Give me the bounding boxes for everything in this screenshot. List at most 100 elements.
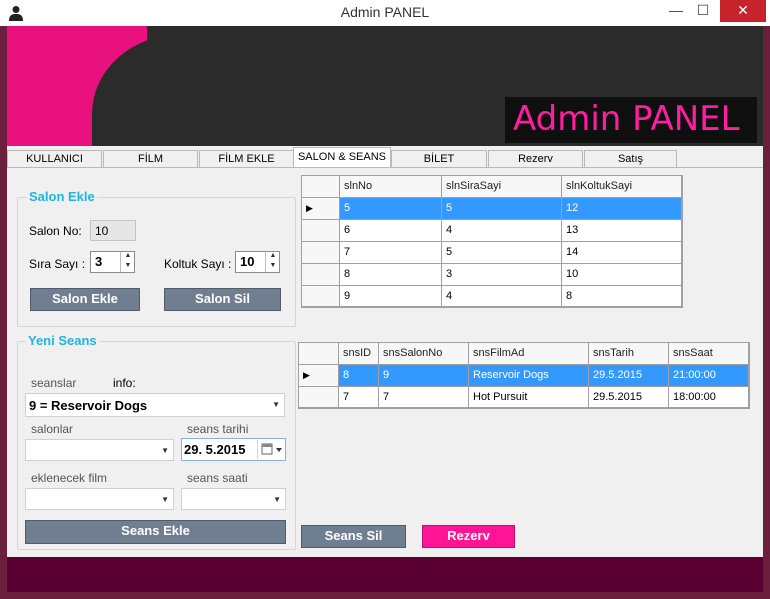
tab-rezerv[interactable]: Rezerv <box>488 150 583 168</box>
info-label: info: <box>113 376 136 390</box>
table-cell[interactable]: 29.5.2015 <box>589 387 669 408</box>
salonlar-label: salonlar <box>31 422 74 436</box>
table-cell[interactable]: 13 <box>562 220 682 242</box>
koltuk-sayi-arrows: ▲ ▼ <box>265 252 279 272</box>
table-cell[interactable]: 4 <box>442 220 562 242</box>
salon-col-header[interactable]: slnSiraSayi <box>442 176 562 198</box>
seans-tarihi-label: seans tarihi <box>187 422 249 436</box>
table-cell[interactable]: 3 <box>442 264 562 286</box>
salon-ekle-button[interactable]: Salon Ekle <box>30 288 140 311</box>
seans-col-header[interactable]: snsTarih <box>589 343 669 365</box>
chevron-down-icon: ▼ <box>272 400 280 409</box>
seans-saati-label: seans saati <box>187 471 248 485</box>
seans-sil-button[interactable]: Seans Sil <box>301 525 406 548</box>
table-cell[interactable]: 14 <box>562 242 682 264</box>
seans-col-header[interactable]: snsFilmAd <box>469 343 589 365</box>
maximize-button[interactable]: ☐ <box>689 0 717 22</box>
seans-col-header[interactable]: snsID <box>339 343 379 365</box>
row-header[interactable]: ▶ <box>302 198 340 220</box>
seans-ekle-button[interactable]: Seans Ekle <box>25 520 286 544</box>
chevron-down-icon: ▼ <box>161 446 169 455</box>
row-header[interactable] <box>302 242 340 264</box>
tab-bilet[interactable]: BİLET <box>391 150 487 168</box>
row-header[interactable]: ▶ <box>299 365 339 387</box>
salon-grid[interactable]: slnNo slnSiraSayi slnKoltukSayi ▶ 5 5 12… <box>301 175 683 308</box>
seans-combo-value: 9 = Reservoir Dogs <box>29 398 148 413</box>
seans-combo[interactable]: 9 = Reservoir Dogs ▼ <box>25 393 285 417</box>
banner-title: Admin PANEL <box>513 99 740 139</box>
table-cell[interactable]: 9 <box>379 365 469 387</box>
salon-no-label: Salon No: <box>29 224 82 238</box>
salonlar-combo[interactable]: ▼ <box>25 439 174 461</box>
row-header[interactable] <box>302 286 340 307</box>
koltuk-sayi-stepper[interactable]: 10 ▲ ▼ <box>235 251 280 273</box>
grid-corner <box>299 343 339 365</box>
table-cell[interactable]: 5 <box>442 198 562 220</box>
koltuk-sayi-label: Koltuk Sayı : <box>164 257 232 271</box>
tab-page-salon-seans: Salon Ekle Salon No: 10 Sıra Sayı : 3 ▲ … <box>7 167 763 557</box>
tab-film[interactable]: FİLM <box>103 150 198 168</box>
table-cell[interactable]: 8 <box>562 286 682 307</box>
row-header[interactable] <box>302 220 340 242</box>
table-cell[interactable]: 10 <box>562 264 682 286</box>
current-row-icon: ▶ <box>306 203 313 213</box>
sira-sayi-arrows: ▲ ▼ <box>120 252 134 272</box>
table-cell[interactable]: 8 <box>339 365 379 387</box>
current-row-icon: ▶ <box>303 370 310 380</box>
yeni-seans-legend: Yeni Seans <box>26 333 99 348</box>
spin-up-icon[interactable]: ▲ <box>266 252 280 262</box>
salon-col-header[interactable]: slnNo <box>340 176 442 198</box>
table-cell[interactable]: Reservoir Dogs <box>469 365 589 387</box>
tab-satis[interactable]: Satış <box>584 150 677 168</box>
salon-sil-button[interactable]: Salon Sil <box>164 288 281 311</box>
table-cell[interactable]: 7 <box>340 242 442 264</box>
table-cell[interactable]: Hot Pursuit <box>469 387 589 408</box>
seans-col-header[interactable]: snsSaat <box>669 343 749 365</box>
chevron-down-icon: ▼ <box>273 495 281 504</box>
table-cell[interactable]: 6 <box>340 220 442 242</box>
sira-sayi-label: Sıra Sayı : <box>29 257 86 271</box>
sira-sayi-stepper[interactable]: 3 ▲ ▼ <box>90 251 135 273</box>
seanslar-label: seanslar <box>31 376 77 390</box>
title-bar: Admin PANEL — ☐ ✕ <box>0 0 770 26</box>
seans-grid[interactable]: snsID snsSalonNo snsFilmAd snsTarih snsS… <box>298 342 750 409</box>
minimize-button[interactable]: — <box>663 0 689 22</box>
calendar-icon[interactable] <box>257 440 285 459</box>
seans-tarihi-value: 29. 5.2015 <box>184 442 246 457</box>
eklenecek-film-combo[interactable]: ▼ <box>25 488 174 510</box>
chevron-down-icon: ▼ <box>161 495 169 504</box>
tab-kullanici[interactable]: KULLANICI <box>7 150 102 168</box>
spin-up-icon[interactable]: ▲ <box>121 252 135 262</box>
salon-col-header[interactable]: slnKoltukSayi <box>562 176 682 198</box>
sira-sayi-value: 3 <box>95 254 103 269</box>
seans-tarihi-picker[interactable]: 29. 5.2015 <box>181 438 286 461</box>
table-cell[interactable]: 7 <box>339 387 379 408</box>
seans-saati-combo[interactable]: ▼ <box>181 488 286 510</box>
window-client: Admin PANEL KULLANICI FİLM FİLM EKLE SAL… <box>7 26 763 592</box>
tab-strip: KULLANICI FİLM FİLM EKLE SALON & SEANS B… <box>7 147 763 169</box>
table-cell[interactable]: 29.5.2015 <box>589 365 669 387</box>
row-header[interactable] <box>302 264 340 286</box>
salon-no-field[interactable]: 10 <box>90 220 136 241</box>
table-cell[interactable]: 5 <box>340 198 442 220</box>
window-title: Admin PANEL <box>340 4 430 20</box>
table-cell[interactable]: 7 <box>379 387 469 408</box>
tab-salon-seans[interactable]: SALON & SEANS <box>293 147 391 169</box>
table-cell[interactable]: 4 <box>442 286 562 307</box>
seans-col-header[interactable]: snsSalonNo <box>379 343 469 365</box>
table-cell[interactable]: 21:00:00 <box>669 365 749 387</box>
table-cell[interactable]: 9 <box>340 286 442 307</box>
rezerv-button[interactable]: Rezerv <box>422 525 515 548</box>
grid-corner <box>302 176 340 198</box>
eklenecek-film-label: eklenecek film <box>31 471 108 485</box>
spin-down-icon[interactable]: ▼ <box>121 262 135 272</box>
table-cell[interactable]: 8 <box>340 264 442 286</box>
close-button[interactable]: ✕ <box>720 0 766 22</box>
row-header[interactable] <box>299 387 339 408</box>
table-cell[interactable]: 12 <box>562 198 682 220</box>
tab-film-ekle[interactable]: FİLM EKLE <box>199 150 294 168</box>
table-cell[interactable]: 18:00:00 <box>669 387 749 408</box>
table-cell[interactable]: 5 <box>442 242 562 264</box>
spin-down-icon[interactable]: ▼ <box>266 262 280 272</box>
salon-ekle-legend: Salon Ekle <box>27 189 97 204</box>
